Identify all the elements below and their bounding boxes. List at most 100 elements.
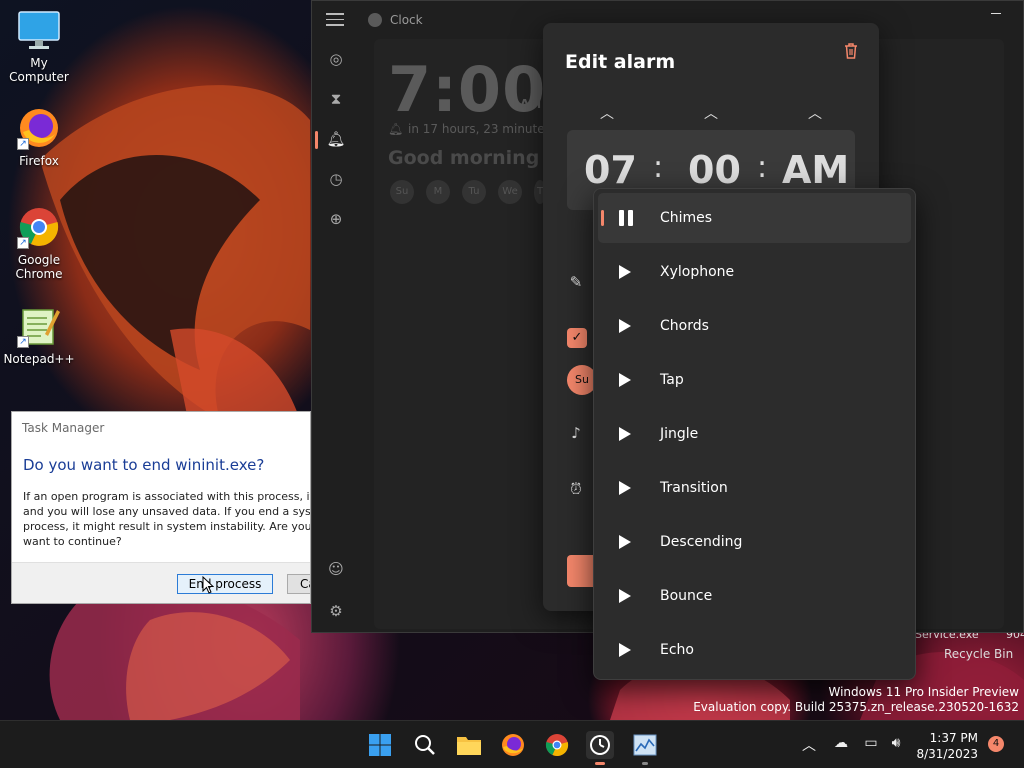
chrome-taskbar-icon[interactable] (543, 731, 571, 759)
running-app-indicator (642, 762, 648, 765)
day-pill: Su (390, 180, 414, 204)
taskbar: ︿ ☁ ▭ 🔊︎ 1:37 PM 8/31/2023 4 (0, 720, 1024, 768)
hour-value[interactable]: 07 (584, 148, 637, 192)
timer-icon[interactable]: ⧗ (324, 87, 348, 111)
sound-option-label: Chimes (660, 210, 713, 226)
shortcut-arrow-icon: ↗ (17, 237, 29, 249)
sound-option-label: Transition (660, 480, 728, 496)
minute-value[interactable]: 00 (688, 148, 741, 192)
dialog-body-line: and you will lose any unsaved data. If y… (23, 505, 311, 518)
firefox-taskbar-icon[interactable] (499, 731, 527, 759)
alarm-name: Good morning (388, 147, 540, 169)
account-icon[interactable]: ☺ (324, 557, 348, 581)
dialog-body-line: process, it might result in system insta… (23, 520, 311, 533)
repeat-alarm-checkbox[interactable]: ✓ (567, 328, 587, 348)
start-windows-icon[interactable] (366, 731, 394, 759)
clock-taskbar-icon[interactable] (586, 731, 614, 765)
end-process-button[interactable]: End process (177, 574, 273, 594)
desktop-icon-label: Notepad++ (3, 352, 75, 366)
play-icon[interactable] (618, 318, 632, 334)
notepad-plus-plus-icon: ↗ (17, 304, 61, 348)
minimize-icon[interactable] (991, 13, 1001, 14)
show-hidden-icons-chevron-icon[interactable]: ︿ (800, 735, 818, 755)
cloud-offline-icon[interactable]: ☁ (832, 735, 850, 751)
volume-speaker-icon[interactable]: 🔊︎ (887, 735, 905, 751)
firefox-icon: ↗ (17, 106, 61, 150)
settings-gear-icon[interactable]: ⚙ (324, 599, 348, 623)
window-title: Clock (390, 13, 423, 27)
task-manager-titlebar[interactable]: Task Manager (12, 412, 310, 442)
desktop-icon-google-chrome[interactable]: ↗ Google Chrome (0, 205, 78, 281)
desktop-icon-label: Firefox (19, 154, 59, 168)
play-icon[interactable] (618, 426, 632, 442)
desktop-icon-my-computer[interactable]: My Computer (0, 8, 78, 84)
active-app-indicator (595, 762, 605, 765)
play-icon[interactable] (618, 372, 632, 388)
sound-option-label: Echo (660, 642, 694, 658)
hour-up-chevron-icon[interactable]: ︿ (599, 103, 615, 123)
system-clock[interactable]: 1:37 PM 8/31/2023 (912, 730, 978, 762)
sound-option-jingle[interactable]: Jingle (598, 409, 911, 459)
time-separator: : (757, 150, 768, 185)
notification-count-badge[interactable]: 4 (988, 736, 1004, 752)
sound-option-label: Descending (660, 534, 743, 550)
network-icon[interactable]: ▭ (862, 735, 880, 751)
sound-option-label: Jingle (660, 426, 699, 442)
desktop-icon-firefox[interactable]: ↗ Firefox (0, 106, 78, 168)
chrome-icon: ↗ (17, 205, 61, 249)
stopwatch-icon[interactable]: ◷ (324, 167, 348, 191)
play-icon[interactable] (618, 480, 632, 496)
system-date: 8/31/2023 (916, 747, 978, 761)
sound-option-tap[interactable]: Tap (598, 355, 911, 405)
dialog-body-line: If an open program is associated with th… (23, 490, 311, 503)
delete-trash-icon[interactable] (843, 42, 859, 60)
hamburger-menu-icon[interactable] (326, 13, 344, 27)
shortcut-arrow-icon: ↗ (17, 336, 29, 348)
play-icon[interactable] (618, 534, 632, 550)
sound-option-transition[interactable]: Transition (598, 463, 911, 513)
sound-option-label: Chords (660, 318, 709, 334)
sound-option-bounce[interactable]: Bounce (598, 571, 911, 621)
play-icon[interactable] (618, 264, 632, 280)
sound-option-chords[interactable]: Chords (598, 301, 911, 351)
cancel-button[interactable]: Ca (287, 574, 310, 594)
time-separator: : (653, 150, 664, 185)
world-clock-icon[interactable]: ⊕ (324, 207, 348, 231)
selected-indicator (601, 210, 604, 226)
alarm-sound-dropdown: Chimes Xylophone Chords Tap Jingle Trans… (593, 188, 916, 680)
focus-sessions-icon[interactable]: ◎ (324, 47, 348, 71)
nav-active-indicator (315, 131, 318, 149)
sound-option-label: Tap (660, 372, 684, 388)
task-manager-taskbar-icon[interactable] (631, 731, 659, 765)
desktop-icon-label: My Computer (9, 56, 69, 84)
period-value[interactable]: AM (782, 148, 849, 192)
recycle-bin-label[interactable]: Recycle Bin (944, 647, 1013, 661)
sound-option-chimes[interactable]: Chimes (598, 193, 911, 243)
play-icon[interactable] (618, 588, 632, 604)
dialog-body-line: want to continue? (23, 535, 122, 548)
sound-option-descending[interactable]: Descending (598, 517, 911, 567)
file-explorer-icon[interactable] (455, 731, 483, 759)
alarm-time: 7:00 (388, 53, 547, 126)
desktop-icon-label: Google Chrome (15, 253, 63, 281)
pause-icon[interactable] (618, 210, 633, 226)
bell-small-icon: 🔔︎ (388, 122, 404, 136)
music-note-icon: ♪ (571, 424, 581, 442)
alarm-bell-icon[interactable]: 🔔︎ (324, 127, 348, 151)
task-manager-dialog: Task Manager Do you want to end wininit.… (11, 411, 311, 604)
play-icon[interactable] (618, 642, 632, 658)
sound-option-xylophone[interactable]: Xylophone (598, 247, 911, 297)
sound-option-echo[interactable]: Echo (598, 625, 911, 675)
minute-up-chevron-icon[interactable]: ︿ (703, 103, 719, 123)
day-pill: M (426, 180, 450, 204)
sound-option-label: Xylophone (660, 264, 735, 280)
dialog-title: Edit alarm (565, 51, 676, 73)
period-up-chevron-icon[interactable]: ︿ (807, 103, 823, 123)
dialog-footer: End process Ca (12, 562, 310, 603)
search-icon[interactable] (411, 731, 439, 759)
desktop-icon-notepad-plus-plus[interactable]: ↗ Notepad++ (0, 304, 78, 366)
monitor-icon (17, 8, 61, 52)
system-time: 1:37 PM (929, 731, 978, 745)
clock-navigation: ◎ ⧗ 🔔︎ ◷ ⊕ ☺ ⚙ (312, 39, 360, 629)
dialog-heading: Do you want to end wininit.exe? (23, 456, 265, 474)
